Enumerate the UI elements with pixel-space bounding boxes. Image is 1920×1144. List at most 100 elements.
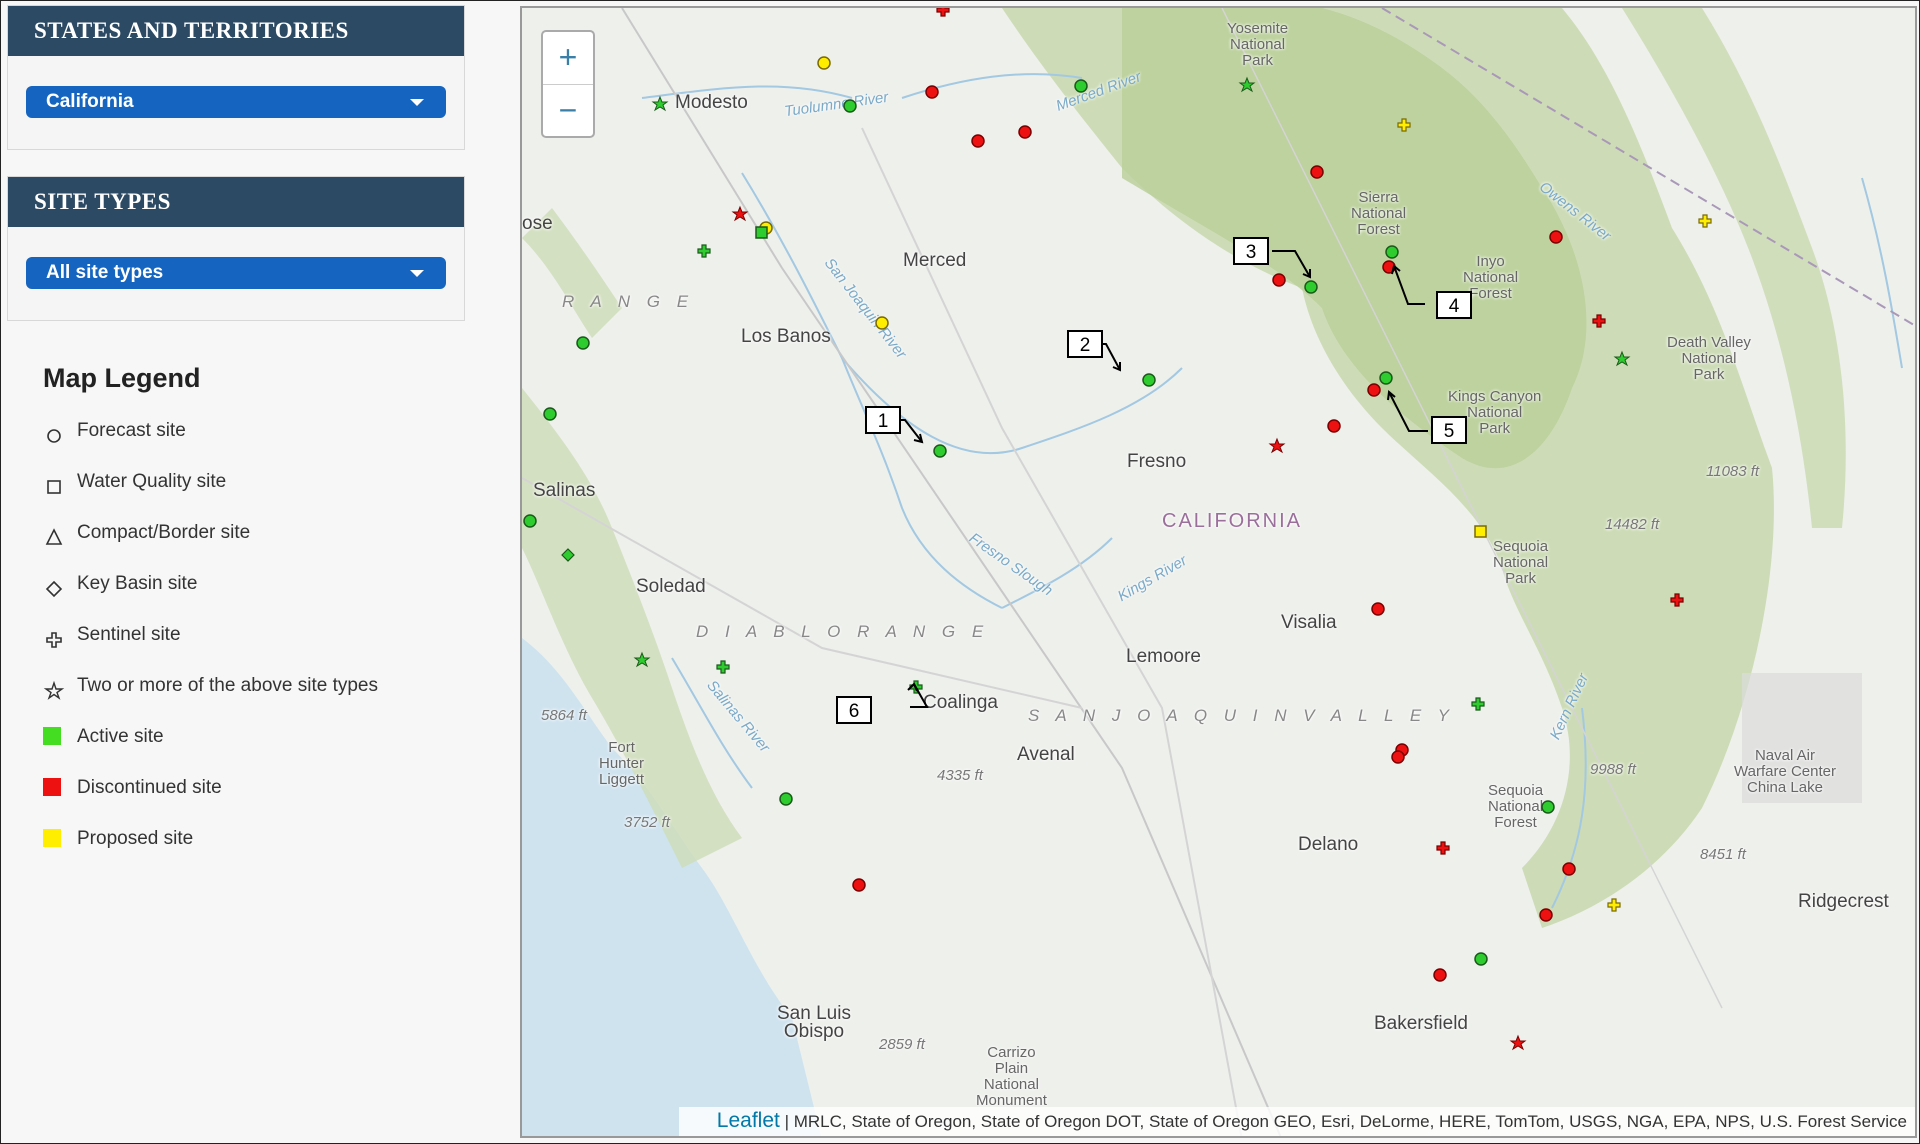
circle-outline-icon: [47, 429, 61, 443]
site-marker: [971, 134, 985, 148]
leaflet-link[interactable]: Leaflet: [717, 1109, 780, 1132]
site-types-panel: SITE TYPES All site types: [7, 176, 465, 321]
zoom-out-button[interactable]: −: [543, 85, 593, 137]
site-marker: [651, 95, 669, 112]
site-marker: [1474, 952, 1488, 966]
legend-label: Two or more of the above site types: [77, 675, 378, 696]
legend-item: Discontinued site: [43, 777, 378, 828]
site-marker: [1142, 373, 1156, 387]
legend-item: Active site: [43, 726, 378, 777]
site-marker: [633, 651, 651, 668]
callout-3: 3: [1233, 237, 1269, 265]
legend-item: Compact/Border site: [43, 522, 378, 573]
discontinued-swatch: [43, 778, 61, 796]
site-marker: [1471, 697, 1485, 711]
callout-1: 1: [865, 406, 901, 434]
legend-item: Two or more of the above site types: [43, 675, 378, 726]
site-marker: [755, 226, 768, 239]
site-marker: [1238, 76, 1256, 93]
legend-label: Water Quality site: [77, 471, 227, 492]
site-marker: [1539, 908, 1553, 922]
site-marker: [1327, 419, 1341, 433]
site-marker: [1607, 898, 1621, 912]
site-marker: [716, 660, 730, 674]
diamond-outline-icon: [45, 580, 63, 598]
site-marker: [1310, 165, 1324, 179]
site-marker: [1397, 118, 1411, 132]
callout-2: 2: [1067, 330, 1103, 358]
states-territories-panel: STATES AND TERRITORIES California: [7, 5, 465, 150]
chevron-down-icon: [410, 270, 424, 277]
site-marker: [1509, 1034, 1527, 1051]
site-marker: [1549, 230, 1563, 244]
zoom-control: + −: [541, 30, 595, 138]
legend-item: Key Basin site: [43, 573, 378, 624]
callout-4: 4: [1436, 291, 1472, 319]
site-marker: [1367, 383, 1381, 397]
site-types-panel-title: SITE TYPES: [8, 177, 464, 227]
legend-label: Compact/Border site: [77, 522, 251, 543]
proposed-swatch: [43, 829, 61, 847]
legend-item: Forecast site: [43, 420, 378, 471]
legend-label: Forecast site: [77, 420, 186, 441]
legend-label: Proposed site: [77, 828, 194, 849]
site-marker: [875, 316, 889, 330]
map-attribution: Leaflet | MRLC, State of Oregon, State o…: [678, 1107, 1915, 1136]
legend-label: Discontinued site: [77, 777, 222, 798]
active-swatch: [43, 727, 61, 745]
map-view[interactable]: Modesto Merced Los Banos Salinas Soledad…: [520, 6, 1917, 1138]
site-marker: [1562, 862, 1576, 876]
site-marker: [576, 336, 590, 350]
site-marker: [1272, 273, 1286, 287]
site-marker: [697, 244, 711, 258]
site-marker: [1371, 602, 1385, 616]
site-marker: [936, 8, 950, 17]
state-select[interactable]: California: [26, 86, 446, 118]
zoom-in-button[interactable]: +: [543, 32, 593, 85]
site-marker: [731, 205, 749, 222]
site-type-select-value: All site types: [46, 262, 164, 283]
site-type-select[interactable]: All site types: [26, 257, 446, 289]
site-marker: [1074, 79, 1088, 93]
site-marker: [817, 56, 831, 70]
site-marker: [523, 514, 537, 528]
site-marker: [779, 792, 793, 806]
legend-title: Map Legend: [43, 363, 201, 393]
site-marker: [1385, 245, 1399, 259]
plus-outline-icon: [46, 632, 62, 648]
site-marker: [1698, 214, 1712, 228]
site-marker: [1541, 800, 1555, 814]
state-select-value: California: [46, 91, 134, 112]
site-marker: [1613, 350, 1631, 367]
star-outline-icon: [43, 680, 65, 700]
site-marker: [1018, 125, 1032, 139]
site-marker: [1304, 280, 1318, 294]
legend-label: Sentinel site: [77, 624, 181, 645]
site-marker: [1268, 437, 1286, 454]
site-marker: [925, 85, 939, 99]
site-marker: [1436, 841, 1450, 855]
site-marker: [543, 407, 557, 421]
callout-5: 5: [1431, 416, 1467, 444]
site-marker: [933, 444, 947, 458]
site-marker: [1670, 593, 1684, 607]
legend-item: Proposed site: [43, 828, 378, 879]
chevron-down-icon: [410, 99, 424, 106]
site-marker: [1433, 968, 1447, 982]
site-marker: [852, 878, 866, 892]
site-marker: [1379, 371, 1393, 385]
site-markers: [523, 8, 1712, 1051]
legend-item: Sentinel site: [43, 624, 378, 675]
site-marker: [561, 548, 575, 562]
triangle-outline-icon: [45, 528, 63, 545]
legend-label: Active site: [77, 726, 164, 747]
site-marker: [1592, 314, 1606, 328]
square-outline-icon: [47, 480, 61, 494]
states-panel-title: STATES AND TERRITORIES: [8, 6, 464, 56]
legend-label: Key Basin site: [77, 573, 198, 594]
map-legend: Map Legend Forecast site Water Quality s…: [43, 363, 378, 879]
legend-item: Water Quality site: [43, 471, 378, 522]
callout-6: 6: [836, 696, 872, 724]
site-marker: [843, 99, 857, 113]
attribution-text: | MRLC, State of Oregon, State of Oregon…: [784, 1112, 1907, 1131]
